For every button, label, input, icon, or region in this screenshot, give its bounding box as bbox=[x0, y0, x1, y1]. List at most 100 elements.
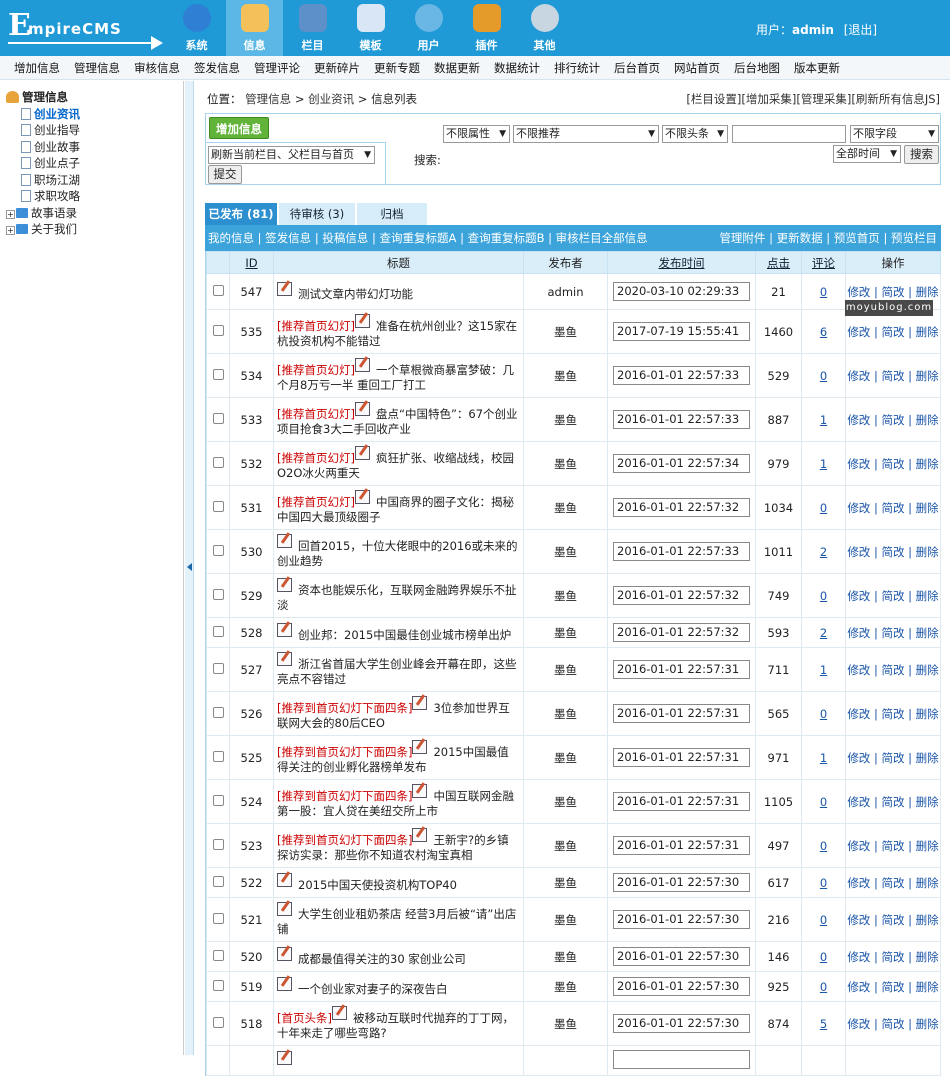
row-ops-links[interactable]: 修改 | 简改 | 删除 bbox=[847, 285, 938, 299]
headline-select[interactable]: 不限头条 ▼ bbox=[662, 125, 728, 143]
row-comments-link[interactable]: 0 bbox=[820, 876, 827, 890]
breadcrumb-category[interactable]: 创业资讯 bbox=[308, 92, 354, 106]
tree-item[interactable]: 创业资讯 bbox=[6, 106, 182, 123]
table-row[interactable]: 534 [推荐首页幻灯] 一个草根微商暴富梦破：几个月8万亏一半 重回工厂打工 墨鱼 2… bbox=[206, 353, 941, 398]
row-comments-link[interactable]: 0 bbox=[820, 369, 827, 383]
row-comments-link[interactable]: 1 bbox=[820, 413, 827, 427]
subnav-item[interactable]: 管理信息 bbox=[74, 56, 120, 79]
subnav-item[interactable]: 管理评论 bbox=[254, 56, 300, 79]
subnav-item[interactable]: 数据更新 bbox=[434, 56, 480, 79]
table-row[interactable]: 519 一个创业家对妻子的深夜告白 墨鱼 2016-01-01 22:57:30 925… bbox=[206, 971, 941, 1002]
subnav-item[interactable]: 增加信息 bbox=[14, 56, 60, 79]
row-comments-link[interactable]: 0 bbox=[820, 707, 827, 721]
row-checkbox[interactable] bbox=[212, 625, 224, 637]
row-time-input[interactable]: 2016-01-01 22:57:30 bbox=[613, 873, 750, 892]
row-title[interactable]: 成都最值得关注的30 家创业公司 bbox=[298, 952, 466, 966]
row-time-input[interactable] bbox=[613, 1049, 750, 1069]
table-row[interactable]: 523 [推荐到首页幻灯下面四条] 王新宇?的乡镇探访实录：那些你不知道农村淘宝真相… bbox=[206, 823, 941, 868]
row-checkbox[interactable] bbox=[212, 949, 224, 961]
row-time-input[interactable]: 2016-01-01 22:57:31 bbox=[613, 660, 750, 679]
row-title[interactable]: 创业邦：2015中国最佳创业城市榜单出炉 bbox=[298, 628, 511, 642]
row-checkbox[interactable] bbox=[212, 368, 224, 380]
edit-note-icon[interactable] bbox=[412, 740, 428, 754]
row-ops-links[interactable]: 修改 | 简改 | 删除 bbox=[847, 839, 938, 853]
table-row[interactable]: 522 2015中国天使投资机构TOP40 墨鱼 2016-01-01 22:57:3… bbox=[206, 867, 941, 898]
edit-note-icon[interactable] bbox=[277, 872, 292, 887]
table-row[interactable]: 518 [首页头条] 被移动互联时代抛弃的丁丁网，十年来走了哪些弯路? 墨鱼 2016-… bbox=[206, 1001, 941, 1046]
row-checkbox[interactable] bbox=[212, 284, 224, 296]
row-title[interactable]: 浙江省首届大学生创业峰会开幕在即，这些亮点不容错过 bbox=[277, 657, 517, 686]
row-checkbox[interactable] bbox=[212, 838, 224, 850]
row-ops-links[interactable]: 修改 | 简改 | 删除 bbox=[847, 707, 938, 721]
edit-note-icon[interactable] bbox=[277, 534, 292, 548]
row-ops-links[interactable]: 修改 | 简改 | 删除 bbox=[847, 589, 938, 603]
edit-note-icon[interactable] bbox=[277, 652, 292, 666]
tree-item[interactable]: + 故事语录 bbox=[6, 205, 182, 222]
row-time-input[interactable]: 2016-01-01 22:57:33 bbox=[613, 542, 750, 561]
row-comments-link[interactable]: 0 bbox=[820, 795, 827, 809]
table-row[interactable]: 520 成都最值得关注的30 家创业公司 墨鱼 2016-01-01 22:57:30… bbox=[206, 941, 941, 972]
table-row[interactable]: 535 [推荐首页幻灯] 准备在杭州创业？这15家在杭投资机构不能错过 墨鱼 2017-… bbox=[206, 309, 941, 354]
time-select[interactable]: 全部时间 ▼ bbox=[833, 145, 901, 163]
col-id[interactable]: ID bbox=[229, 251, 274, 274]
edit-note-icon[interactable] bbox=[354, 358, 370, 372]
add-info-button[interactable]: 增加信息 bbox=[209, 117, 269, 139]
row-comments-link[interactable]: 0 bbox=[820, 839, 827, 853]
row-comments-link[interactable]: 0 bbox=[820, 950, 827, 964]
row-time-input[interactable]: 2020-03-10 02:29:33 bbox=[613, 282, 750, 301]
topnav-gear[interactable]: 其他 bbox=[516, 0, 573, 56]
row-ops-links[interactable]: 修改 | 简改 | 删除 bbox=[847, 751, 938, 765]
row-time-input[interactable]: 2016-01-01 22:57:30 bbox=[613, 1014, 750, 1033]
expand-plus-icon[interactable]: + bbox=[6, 209, 15, 219]
row-title[interactable]: 大学生创业租奶茶店 经营3月后被“请”出店铺 bbox=[277, 907, 516, 936]
row-checkbox[interactable] bbox=[212, 750, 224, 762]
row-comments-link[interactable]: 0 bbox=[820, 285, 827, 299]
edit-note-icon[interactable] bbox=[277, 902, 292, 916]
edit-note-icon[interactable] bbox=[412, 784, 428, 798]
tab-1[interactable]: 待审核 (3) bbox=[279, 203, 355, 225]
row-checkbox[interactable] bbox=[212, 1016, 224, 1028]
edit-note-icon[interactable] bbox=[412, 696, 428, 710]
list-toolbar-right[interactable]: 管理附件 | 更新数据 | 预览首页 | 预览栏目 bbox=[719, 225, 937, 251]
top-link[interactable]: [栏目设置] bbox=[686, 92, 741, 106]
subnav-item[interactable]: 签发信息 bbox=[194, 56, 240, 79]
row-checkbox[interactable] bbox=[212, 662, 224, 674]
subnav-item[interactable]: 后台首页 bbox=[614, 56, 660, 79]
row-time-input[interactable]: 2016-01-01 22:57:30 bbox=[613, 977, 750, 996]
col-comments[interactable]: 评论 bbox=[801, 251, 846, 274]
attr-select[interactable]: 不限属性 ▼ bbox=[443, 125, 510, 143]
row-comments-link[interactable]: 1 bbox=[820, 457, 827, 471]
tree-item[interactable]: 求职攻略 bbox=[6, 188, 182, 205]
tree-item[interactable]: 创业点子 bbox=[6, 155, 182, 172]
submit-button[interactable]: 提交 bbox=[208, 165, 242, 184]
topnav-user[interactable]: 用户 bbox=[400, 0, 457, 56]
row-ops-links[interactable]: 修改 | 简改 | 删除 bbox=[847, 325, 938, 339]
row-ops-links[interactable]: 修改 | 简改 | 删除 bbox=[847, 1017, 938, 1031]
row-ops-links[interactable]: 修改 | 简改 | 删除 bbox=[847, 876, 938, 890]
recommend-select[interactable]: 不限推荐 ▼ bbox=[513, 125, 659, 143]
subnav-item[interactable]: 更新专题 bbox=[374, 56, 420, 79]
row-ops-links[interactable]: 修改 | 简改 | 删除 bbox=[847, 663, 938, 677]
table-row[interactable]: 524 [推荐到首页幻灯下面四条] 中国互联网金融第一股：宜人贷在美纽交所上市 墨鱼 2… bbox=[206, 779, 941, 824]
subnav-item[interactable]: 审核信息 bbox=[134, 56, 180, 79]
sidebar-splitter[interactable] bbox=[185, 81, 194, 1055]
expand-plus-icon[interactable]: + bbox=[6, 226, 15, 235]
row-time-input[interactable]: 2016-01-01 22:57:31 bbox=[613, 792, 750, 811]
tree-root[interactable]: 管理信息 bbox=[6, 89, 182, 106]
row-comments-link[interactable]: 6 bbox=[820, 325, 827, 339]
top-link[interactable]: [增加采集] bbox=[741, 92, 796, 106]
row-checkbox[interactable] bbox=[212, 456, 224, 468]
row-checkbox[interactable] bbox=[212, 794, 224, 806]
topnav-tools[interactable]: 插件 bbox=[458, 0, 515, 56]
top-link[interactable]: [管理采集] bbox=[796, 92, 851, 106]
topnav-folder[interactable]: 栏目 bbox=[284, 0, 341, 56]
row-time-input[interactable]: 2017-07-19 15:55:41 bbox=[613, 322, 750, 341]
edit-note-icon[interactable] bbox=[277, 946, 292, 961]
edit-note-icon[interactable] bbox=[354, 446, 370, 460]
list-toolbar-left[interactable]: 我的信息 | 签发信息 | 投稿信息 | 查询重复标题A | 查询重复标题B |… bbox=[208, 225, 648, 251]
topnav-window[interactable]: 模板 bbox=[342, 0, 399, 56]
subnav-item[interactable]: 排行统计 bbox=[554, 56, 600, 79]
edit-note-icon[interactable] bbox=[277, 281, 292, 296]
row-time-input[interactable]: 2016-01-01 22:57:33 bbox=[613, 410, 750, 429]
row-checkbox[interactable] bbox=[212, 500, 224, 512]
